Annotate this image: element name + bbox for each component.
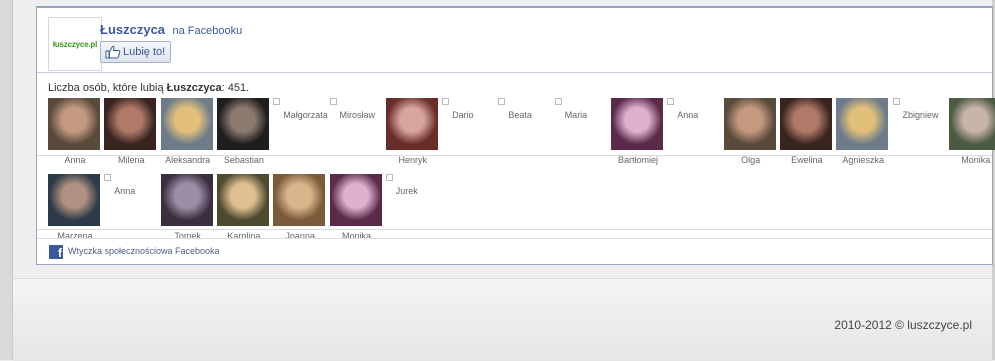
fan-face[interactable]: Anna bbox=[48, 98, 102, 170]
fan-avatar bbox=[216, 174, 269, 226]
fan-name: Beata bbox=[508, 110, 532, 120]
fan-name: Maria bbox=[564, 110, 588, 120]
fan-face[interactable]: Bartłomiej bbox=[611, 98, 665, 170]
fan-face[interactable]: Olga bbox=[723, 98, 778, 170]
fan-name: Monika bbox=[961, 155, 991, 165]
fan-face[interactable]: Małgorzata bbox=[273, 98, 328, 170]
fan-avatar bbox=[104, 98, 157, 150]
fan-avatar bbox=[48, 174, 100, 226]
left-rail bbox=[0, 0, 13, 360]
fan-name: Agnieszka bbox=[842, 155, 884, 165]
fan-avatar-placeholder-icon bbox=[667, 98, 675, 105]
fan-name: Sebastian bbox=[223, 155, 264, 165]
fan-avatar bbox=[723, 98, 776, 150]
fan-face[interactable]: Sebastian bbox=[216, 98, 271, 170]
fan-face[interactable]: Anna bbox=[104, 174, 158, 246]
fan-avatar-placeholder-icon bbox=[498, 98, 506, 105]
fan-name: Bartłomiej bbox=[617, 155, 658, 165]
fan-name: Olga bbox=[741, 155, 761, 165]
fan-face[interactable]: Zbigniew bbox=[892, 98, 947, 170]
fan-avatar-placeholder-icon bbox=[442, 98, 450, 105]
fan-avatar bbox=[779, 98, 832, 150]
fan-avatar-placeholder-icon bbox=[385, 174, 393, 181]
fan-face[interactable]: Agnieszka bbox=[836, 98, 890, 170]
row-divider bbox=[37, 229, 992, 230]
fan-name: Anna bbox=[114, 186, 136, 196]
fan-face[interactable]: Beata bbox=[498, 98, 552, 170]
fan-face[interactable]: Ewelina bbox=[779, 98, 834, 170]
fan-avatar-placeholder-icon bbox=[892, 98, 900, 105]
fan-avatar bbox=[329, 174, 382, 226]
fan-name: Milena bbox=[118, 155, 145, 165]
fan-name: Zbigniew bbox=[902, 110, 939, 120]
fan-name: Ewelina bbox=[791, 155, 823, 165]
fan-face[interactable]: Karolina bbox=[216, 174, 271, 246]
social-plugin-link[interactable]: Wtyczka społecznościowa Facebooka bbox=[68, 246, 220, 256]
fan-avatar bbox=[836, 98, 889, 150]
fan-avatar-placeholder-icon bbox=[554, 98, 562, 105]
fan-face[interactable]: Henryk bbox=[385, 98, 440, 170]
fan-name: Anna bbox=[64, 155, 86, 165]
fan-face[interactable]: Marzena bbox=[48, 174, 102, 246]
fan-avatar bbox=[216, 98, 269, 150]
fan-name: Aleksandra bbox=[165, 155, 211, 165]
fan-avatar bbox=[160, 174, 213, 226]
fan-face[interactable]: Anna bbox=[667, 98, 721, 170]
page-area: łuszczyce.pl Łuszczyca na Facebooku Lubi… bbox=[13, 0, 995, 361]
fan-face[interactable]: Milena bbox=[104, 98, 158, 170]
fan-avatar bbox=[948, 98, 995, 150]
fan-avatar bbox=[160, 98, 213, 150]
fan-avatar bbox=[611, 98, 663, 150]
fan-avatar bbox=[48, 98, 100, 150]
fan-name: Małgorzata bbox=[283, 110, 328, 120]
fan-avatar-placeholder-icon bbox=[104, 174, 112, 181]
like-box-footer: f Wtyczka społecznościowa Facebooka bbox=[37, 238, 992, 265]
row-divider bbox=[37, 155, 992, 156]
fan-faces-grid: Anna Milena Aleksandra Sebastian Małgorzata M… bbox=[37, 8, 995, 241]
fan-face[interactable]: Monika bbox=[948, 98, 995, 170]
copyright-text: 2010-2012 © luszczyce.pl bbox=[834, 318, 972, 332]
fan-face[interactable]: Maria bbox=[554, 98, 609, 170]
fan-face[interactable]: Mirosław bbox=[329, 98, 384, 170]
fan-avatar-placeholder-icon bbox=[273, 98, 281, 105]
fan-face[interactable]: Jurek bbox=[385, 174, 440, 246]
fan-avatar bbox=[273, 174, 326, 226]
fan-name: Henryk bbox=[398, 155, 428, 165]
page-footer: 2010-2012 © luszczyce.pl bbox=[13, 278, 992, 361]
facebook-like-box: łuszczyce.pl Łuszczyca na Facebooku Lubi… bbox=[36, 6, 995, 265]
fan-name: Anna bbox=[677, 110, 699, 120]
fan-face[interactable]: Monika bbox=[329, 174, 384, 246]
fan-avatar bbox=[385, 98, 438, 150]
fan-face[interactable]: Dario bbox=[442, 98, 496, 170]
fan-avatar-placeholder-icon bbox=[329, 98, 337, 105]
facebook-icon[interactable]: f bbox=[49, 245, 63, 260]
fan-name: Dario bbox=[452, 110, 474, 120]
fan-face[interactable]: Tomek bbox=[160, 174, 215, 246]
fan-face[interactable]: Aleksandra bbox=[160, 98, 215, 170]
fan-face[interactable]: Joanna bbox=[273, 174, 327, 246]
fan-name: Jurek bbox=[395, 186, 418, 196]
fan-name: Mirosław bbox=[339, 110, 376, 120]
